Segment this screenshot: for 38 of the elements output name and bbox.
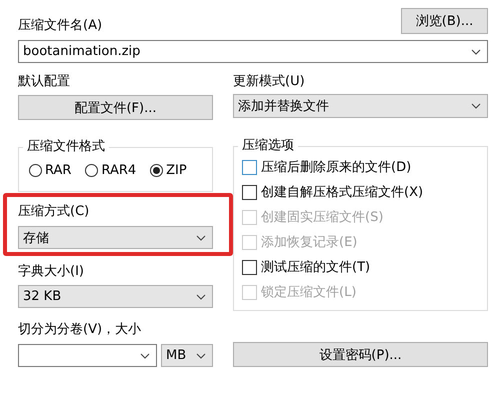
dropdown[interactable]: 存储 (18, 226, 213, 249)
dropdown[interactable]: 32 KB (18, 285, 213, 308)
chevron-down-icon (196, 352, 206, 358)
password-button[interactable]: 设置密码(P)... (233, 342, 488, 367)
radio-button[interactable] (85, 164, 98, 177)
dropdown[interactable]: MB (161, 344, 213, 367)
radio-label: RAR (45, 163, 72, 178)
radio-label: RAR4 (101, 163, 136, 178)
field-label: 默认配置 (18, 74, 71, 90)
checkbox-label: 添加恢复记录(E) (261, 234, 358, 251)
checkbox-label: 测试压缩的文件(T) (261, 259, 370, 276)
field-label: 压缩文件名(A) (18, 18, 102, 34)
chevron-down-icon (140, 352, 150, 358)
radio-button[interactable] (150, 164, 164, 177)
dropdown[interactable] (18, 344, 157, 367)
field-label: 压缩方式(C) (18, 204, 90, 220)
checkbox-label: 创建固实压缩文件(S) (261, 209, 384, 226)
dropdown[interactable]: 添加并替换文件 (233, 94, 488, 118)
field-label: 更新模式(U) (233, 74, 306, 90)
group-title: 压缩文件格式 (26, 139, 106, 155)
chevron-down-icon (196, 294, 206, 300)
radio-button[interactable] (29, 164, 42, 177)
checkbox-label: 创建自解压格式压缩文件(X) (261, 184, 424, 201)
field-label: 字典大小(I) (18, 264, 85, 280)
checkbox[interactable] (242, 160, 257, 174)
checkbox[interactable] (242, 260, 257, 274)
profile-button[interactable]: 配置文件(F)... (18, 95, 213, 120)
checkbox[interactable] (242, 184, 257, 200)
checkbox-label: 锁定压缩文件(L) (261, 284, 356, 301)
checkbox-label: 压缩后删除原来的文件(D) (261, 159, 412, 176)
chevron-down-icon (471, 103, 481, 109)
chevron-down-icon (471, 48, 481, 54)
browse-button[interactable]: 浏览(B)... (401, 8, 488, 34)
chevron-down-icon (196, 234, 206, 240)
dropdown[interactable]: bootanimation.zip (18, 40, 488, 63)
group-title: 压缩选项 (241, 138, 295, 154)
radio-label: ZIP (166, 163, 187, 178)
field-label: 切分为分卷(V)，大小 (18, 322, 142, 338)
